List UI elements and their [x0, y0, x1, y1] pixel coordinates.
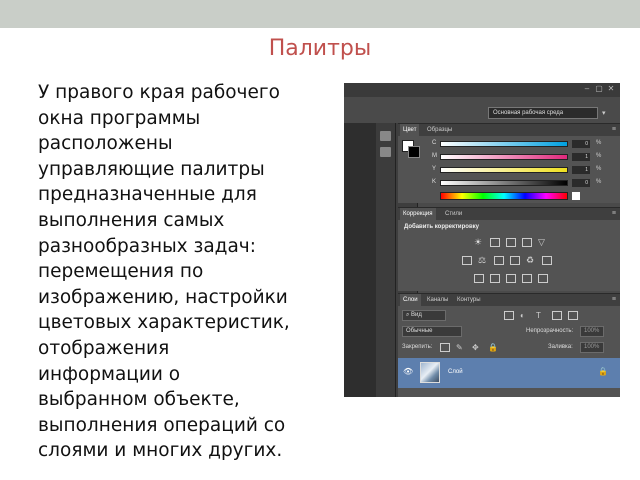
panel-menu-icon[interactable]: ≡: [612, 210, 616, 217]
tab-adjustments[interactable]: Коррекция: [400, 208, 436, 220]
collapsed-panel-dock: [376, 123, 396, 397]
slide-body-text: У правого края рабочего окна программы р…: [38, 82, 290, 462]
slider-label-c: C: [432, 140, 437, 146]
document-area: [344, 123, 376, 397]
cyan-value[interactable]: 0: [572, 140, 590, 148]
panel-menu-icon[interactable]: ≡: [612, 126, 616, 133]
color-lookup-icon[interactable]: [542, 256, 552, 265]
window-title-bar: ‒ ▢ ✕: [344, 83, 620, 97]
photo-filter-icon[interactable]: [510, 256, 520, 265]
fill-label: Заливка:: [548, 344, 573, 350]
adjustments-panel: Коррекция Стили ≡ Добавить корректировку…: [398, 207, 620, 291]
panel-menu-icon[interactable]: ≡: [612, 296, 616, 303]
color-panel-tabs: Цвет Образцы ≡: [398, 124, 620, 136]
color-balance-icon[interactable]: ⚖: [478, 256, 488, 265]
filter-adjustment-icon[interactable]: ◐: [520, 311, 530, 320]
filter-shape-icon[interactable]: [552, 311, 562, 320]
opacity-field[interactable]: 100%: [580, 326, 604, 337]
yellow-slider[interactable]: [440, 167, 568, 173]
tab-swatches[interactable]: Образцы: [424, 124, 455, 136]
percent-sign: %: [596, 179, 602, 185]
fill-field[interactable]: 100%: [580, 342, 604, 353]
background-color-swatch[interactable]: [408, 146, 420, 158]
invert-icon[interactable]: [474, 274, 484, 283]
lock-transparent-icon[interactable]: [440, 343, 450, 352]
minimize-icon[interactable]: ‒: [582, 85, 592, 93]
hue-saturation-icon[interactable]: [462, 256, 472, 265]
black-slider[interactable]: [440, 180, 568, 186]
blend-mode-select[interactable]: Обычные: [402, 326, 462, 337]
dock-icon[interactable]: [380, 147, 391, 157]
tab-paths[interactable]: Контуры: [454, 294, 484, 306]
photoshop-screenshot: ‒ ▢ ✕ Основная рабочая среда ▾ Цвет Обра…: [344, 83, 620, 397]
search-icon: ⌕: [406, 312, 410, 318]
brightness-icon[interactable]: ☀: [474, 238, 484, 247]
workspace-select[interactable]: Основная рабочая среда: [488, 107, 598, 119]
threshold-icon[interactable]: [506, 274, 516, 283]
filter-smart-object-icon[interactable]: [568, 311, 578, 320]
exposure-icon[interactable]: [522, 238, 532, 247]
cyan-slider[interactable]: [440, 141, 568, 147]
black-white-icon[interactable]: [494, 256, 504, 265]
slide-title: Палитры: [268, 36, 372, 61]
curves-icon[interactable]: [506, 238, 516, 247]
lock-all-icon[interactable]: 🔒: [488, 343, 498, 352]
magenta-value[interactable]: 1: [572, 153, 590, 161]
filter-kind-label: Вид: [411, 312, 422, 318]
percent-sign: %: [596, 153, 602, 159]
color-panel: Цвет Образцы ≡ C 0 % M 1 % Y 1 % K 0 %: [398, 123, 620, 203]
eye-icon[interactable]: 👁: [403, 367, 413, 376]
layers-panel: Слои Каналы Контуры ≡ ⌕ Вид ◐ T Обычные …: [398, 293, 620, 397]
dock-icon[interactable]: [380, 131, 391, 141]
lock-pixels-icon[interactable]: ✎: [456, 343, 466, 352]
layer-filter-kind[interactable]: ⌕ Вид: [402, 310, 446, 321]
slider-label-m: M: [432, 153, 437, 159]
layer-thumbnail: [420, 362, 440, 383]
opacity-label: Непрозрачность:: [526, 328, 574, 334]
layer-row[interactable]: 👁 Слой 🔒: [398, 358, 620, 388]
white-swatch[interactable]: [572, 192, 580, 200]
channel-mixer-icon[interactable]: ♻: [526, 256, 536, 265]
slide-top-bar: [0, 0, 640, 28]
percent-sign: %: [596, 140, 602, 146]
tab-styles[interactable]: Стили: [442, 208, 465, 220]
tab-color[interactable]: Цвет: [400, 124, 420, 136]
black-value[interactable]: 0: [572, 179, 590, 187]
lock-position-icon[interactable]: ✥: [472, 343, 482, 352]
close-icon[interactable]: ✕: [606, 85, 616, 93]
yellow-value[interactable]: 1: [572, 166, 590, 174]
levels-icon[interactable]: [490, 238, 500, 247]
posterize-icon[interactable]: [490, 274, 500, 283]
tab-channels[interactable]: Каналы: [424, 294, 451, 306]
layers-panel-tabs: Слои Каналы Контуры ≡: [398, 294, 620, 306]
tab-layers[interactable]: Слои: [400, 294, 421, 306]
adjustments-heading: Добавить корректировку: [404, 224, 479, 230]
vibrance-icon[interactable]: ▽: [538, 238, 548, 247]
layer-name[interactable]: Слой: [448, 369, 463, 375]
slider-label-k: K: [432, 179, 437, 185]
percent-sign: %: [596, 166, 602, 172]
filter-type-icon[interactable]: T: [536, 311, 546, 320]
maximize-icon[interactable]: ▢: [594, 85, 604, 93]
lock-icon: 🔒: [598, 367, 608, 376]
lock-label: Закрепить:: [402, 344, 433, 350]
color-spectrum-bar[interactable]: [440, 192, 568, 200]
slider-label-y: Y: [432, 166, 437, 172]
chevron-down-icon[interactable]: ▾: [602, 109, 606, 117]
gradient-map-icon[interactable]: [522, 274, 532, 283]
adjustments-panel-tabs: Коррекция Стили ≡: [398, 208, 620, 220]
filter-pixel-icon[interactable]: [504, 311, 514, 320]
selective-color-icon[interactable]: [538, 274, 548, 283]
magenta-slider[interactable]: [440, 154, 568, 160]
